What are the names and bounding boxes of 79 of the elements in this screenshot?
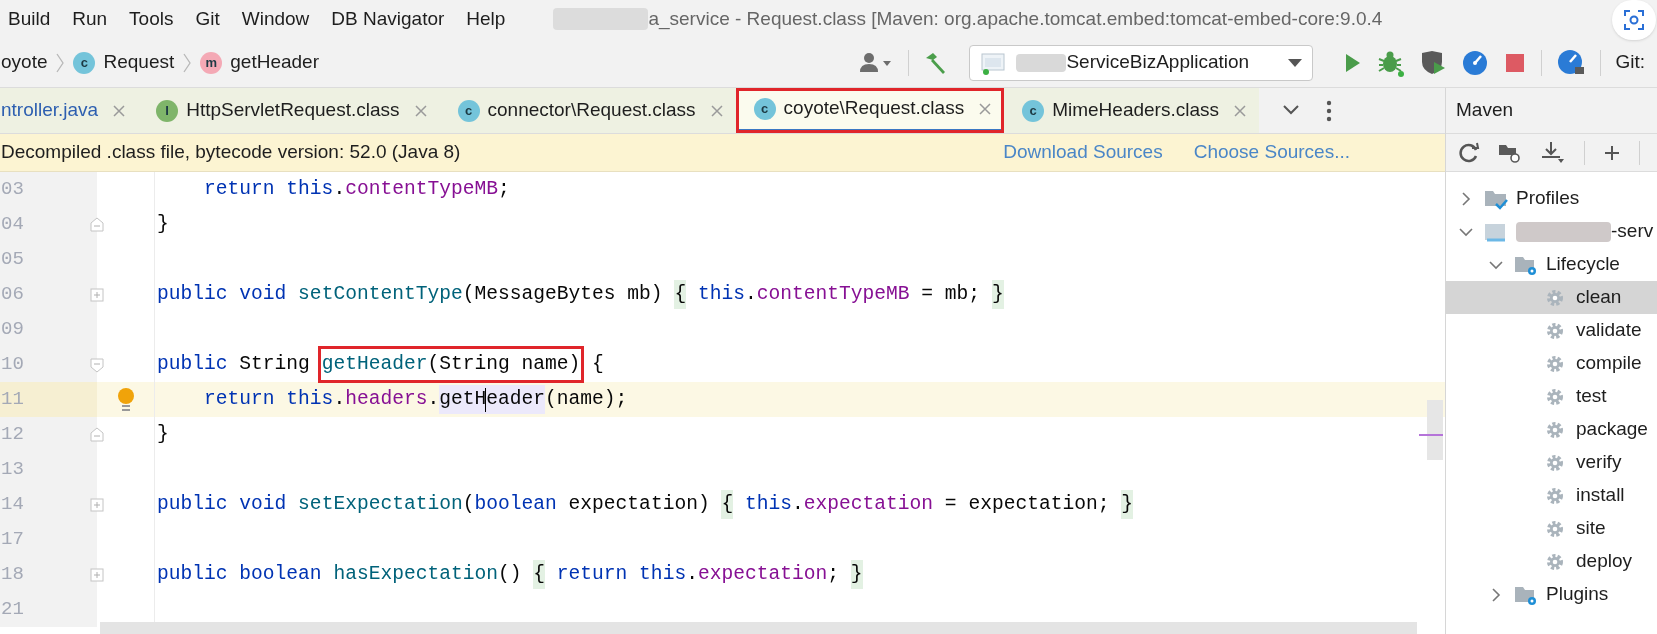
code-line: public void setContentType(MessageBytes mb) { this.contentTypeMB = mb; } xyxy=(155,277,1004,312)
close-icon[interactable] xyxy=(978,101,993,116)
code-line: public String getHeader(String name) { xyxy=(155,347,604,382)
line-number: 10 xyxy=(1,352,24,378)
type-badge: c xyxy=(73,51,96,74)
tree-item[interactable]: Plugins xyxy=(1446,578,1657,611)
menu-item[interactable]: Tools xyxy=(129,4,174,34)
line-number: 11 xyxy=(1,387,24,413)
chevron-icon xyxy=(55,51,66,74)
add-icon[interactable] xyxy=(1603,143,1621,162)
blurred-patch xyxy=(1016,53,1067,72)
code-line: public void setExpectation(boolean expectation) { this.expectation = expectation; } xyxy=(155,487,1133,522)
error-stripe-mark xyxy=(1419,434,1443,436)
code-line: } xyxy=(156,421,169,447)
type-badge: I xyxy=(156,99,179,122)
panel-title: Maven xyxy=(1456,98,1514,123)
line-number: 04 xyxy=(1,212,24,238)
breadcrumb-item[interactable]: Request xyxy=(103,48,175,77)
line-number: 03 xyxy=(1,177,24,203)
download-icon[interactable] xyxy=(1540,140,1566,165)
tree-item[interactable]: -serv xyxy=(1446,215,1657,248)
menu-item[interactable]: DB Navigator xyxy=(331,4,445,34)
tree-item[interactable]: validate xyxy=(1446,314,1657,347)
tree-item[interactable]: Lifecycle xyxy=(1446,248,1657,281)
breadcrumb-item[interactable]: getHeader xyxy=(230,48,319,77)
tree-item[interactable]: install xyxy=(1446,479,1657,512)
banner-link[interactable]: Choose Sources... xyxy=(1193,138,1350,167)
type-badge: c xyxy=(753,97,776,120)
horizontal-scrollbar[interactable] xyxy=(100,622,1417,634)
run-configuration-dropdown[interactable]: ServiceBizApplication xyxy=(969,44,1314,81)
close-icon[interactable] xyxy=(1233,103,1247,118)
line-number: 21 xyxy=(1,597,24,623)
line-number: 12 xyxy=(1,422,24,448)
menu-item[interactable]: Run xyxy=(72,4,108,34)
vcs-label: Git: xyxy=(1615,50,1645,75)
close-icon[interactable] xyxy=(112,103,127,118)
line-number: 14 xyxy=(1,492,24,518)
menu-item[interactable]: Window xyxy=(241,4,310,34)
close-icon[interactable] xyxy=(413,103,428,118)
breadcrumb-item[interactable]: oyote xyxy=(1,48,48,77)
editor-tab[interactable]: I HttpServletRequest.class xyxy=(138,88,440,133)
line-number: 17 xyxy=(1,527,24,553)
type-badge: m xyxy=(200,51,223,74)
tree-item[interactable]: test xyxy=(1446,380,1657,413)
window-title: a_service - Request.class [Maven: org.apache.tomcat.embed:tomcat-embed-core:9.0.4 xyxy=(648,6,1383,32)
tree-item[interactable]: deploy xyxy=(1446,545,1657,578)
tree-item[interactable]: package xyxy=(1446,413,1657,446)
menu-item[interactable]: Git xyxy=(195,4,220,34)
close-icon[interactable] xyxy=(709,103,724,118)
line-number: 18 xyxy=(1,562,24,588)
tree-item[interactable]: Profiles xyxy=(1446,182,1657,215)
editor-tab[interactable]: c MimeHeaders.class xyxy=(1004,88,1259,133)
code-line: } xyxy=(156,211,169,237)
menu-item[interactable]: Build xyxy=(8,4,51,34)
light-bulb-icon[interactable] xyxy=(115,385,136,414)
scan-icon xyxy=(1623,9,1645,31)
editor-tab[interactable]: c connector\Request.class xyxy=(439,88,736,133)
editor-tab[interactable]: c coyote\Request.class xyxy=(735,88,1005,133)
line-number: 09 xyxy=(1,317,24,343)
code-line: return this.headers.getHeader(name); xyxy=(155,382,628,417)
line-number: 13 xyxy=(1,457,24,483)
editor-tab[interactable]: ntroller.java xyxy=(0,88,139,133)
line-number: 05 xyxy=(1,247,24,273)
menu-item[interactable]: Help xyxy=(466,4,506,34)
tree-item[interactable]: site xyxy=(1446,512,1657,545)
caret-icon xyxy=(1288,58,1303,67)
gauge-icon[interactable] xyxy=(1461,48,1490,77)
code-line: return this.contentTypeMB; xyxy=(203,176,510,202)
tree-item[interactable]: compile xyxy=(1446,347,1657,380)
type-badge: c xyxy=(457,99,480,122)
banner-text: Decompiled .class file, bytecode version: 52.0 (Java 8) xyxy=(1,140,461,165)
tree-item[interactable]: verify xyxy=(1446,446,1657,479)
line-number: 06 xyxy=(1,282,24,308)
type-badge: c xyxy=(1022,99,1045,122)
code-line: public boolean hasExpectation() { return this.expectation; } xyxy=(155,557,863,592)
chevron-icon xyxy=(182,51,193,74)
refresh-icon[interactable] xyxy=(1458,141,1480,164)
scrollbar-thumb[interactable] xyxy=(1427,400,1443,460)
tree-item[interactable]: clean xyxy=(1446,281,1657,314)
